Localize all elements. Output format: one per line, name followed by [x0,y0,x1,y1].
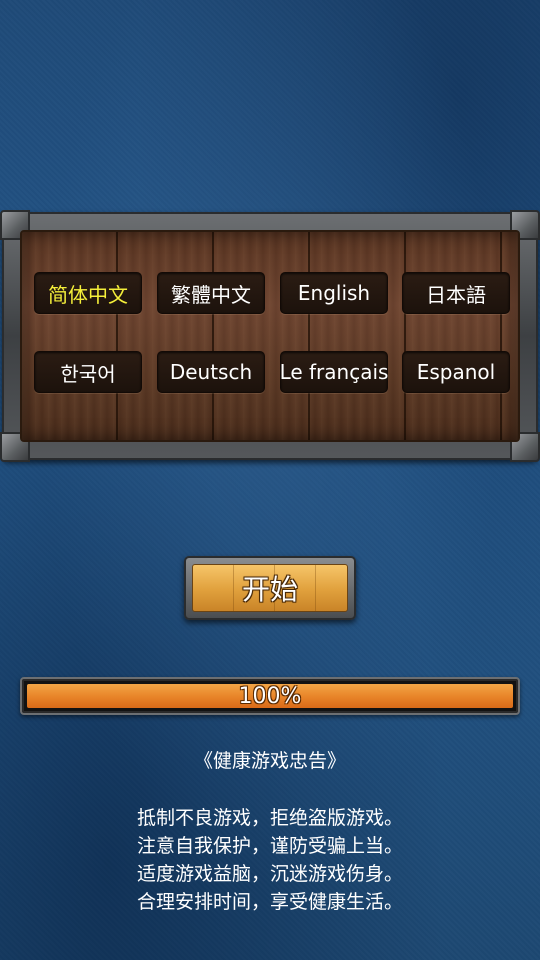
advisory-line: 适度游戏益脑，沉迷游戏伤身。 [136,863,403,885]
language-button-french[interactable]: Le français [280,351,388,393]
advisory-line: 注意自我保护，谨防受骗上当。 [136,835,403,857]
language-button-simplified-chinese[interactable]: 简体中文 [34,272,142,314]
advisory-line: 合理安排时间，享受健康生活。 [136,891,403,913]
language-button-japanese[interactable]: 日本語 [402,272,510,314]
loading-progress-bar: 100% [20,677,520,715]
wood-board: 简体中文 繁體中文 English 日本語 한국어 Deutsch Le fra… [20,230,520,442]
language-button-spanish[interactable]: Espanol [402,351,510,393]
start-button[interactable]: 开始 [184,556,356,620]
advisory-text: 抵制不良游戏，拒绝盗版游戏。 注意自我保护，谨防受骗上当。 适度游戏益脑，沉迷游… [0,804,540,916]
language-button-english[interactable]: English [280,272,388,314]
advisory-title: 《健康游戏忠告》 [193,750,346,772]
progress-label: 100% [238,683,302,709]
language-panel: 简体中文 繁體中文 English 日本語 한국어 Deutsch Le fra… [0,210,540,462]
start-button-label: 开始 [192,564,348,612]
language-button-german[interactable]: Deutsch [157,351,265,393]
advisory-line: 抵制不良游戏，拒绝盗版游戏。 [136,807,403,829]
language-button-korean[interactable]: 한국어 [34,351,142,393]
language-button-traditional-chinese[interactable]: 繁體中文 [157,272,265,314]
